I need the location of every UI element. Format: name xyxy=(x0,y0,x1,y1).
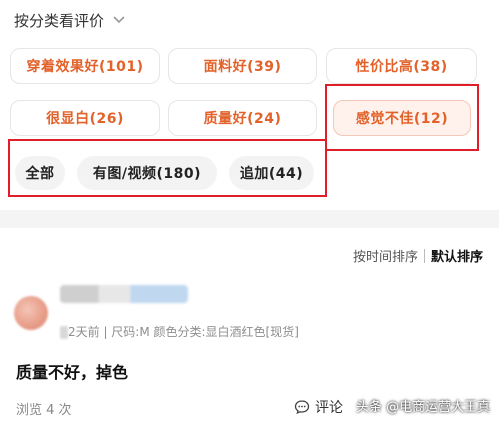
section-divider xyxy=(0,210,499,228)
sort-bar: 按时间排序 默认排序 xyxy=(353,246,483,265)
comment-button[interactable]: 评论 xyxy=(294,397,343,417)
chevron-down-icon xyxy=(113,16,125,24)
filter-additional[interactable]: 追加(44) xyxy=(229,156,314,190)
review-text: 质量不好，掉色 xyxy=(16,363,129,382)
page-title: 按分类看评价 xyxy=(14,11,105,30)
comment-icon xyxy=(294,400,310,415)
comment-label: 评论 xyxy=(315,400,343,416)
tag-fabric[interactable]: 面料好(39) xyxy=(168,48,317,84)
review-meta: 2天前 | 尺码:M 颜色分类:显白酒红色[现货] xyxy=(68,325,299,339)
filter-all[interactable]: 全部 xyxy=(15,156,65,190)
tag-wear-effect[interactable]: 穿着效果好(101) xyxy=(10,48,160,84)
category-header[interactable]: 按分类看评价 xyxy=(14,8,126,32)
avatar[interactable] xyxy=(14,296,48,330)
sort-default[interactable]: 默认排序 xyxy=(431,246,483,265)
tag-bad-feeling[interactable]: 感觉不佳(12) xyxy=(333,100,471,136)
blurred-username xyxy=(60,285,188,303)
tag-quality[interactable]: 质量好(24) xyxy=(168,100,317,136)
sort-by-time[interactable]: 按时间排序 xyxy=(353,246,418,265)
sort-separator xyxy=(423,248,425,263)
filter-media[interactable]: 有图/视频(180) xyxy=(77,156,217,190)
blurred-fragment xyxy=(60,326,68,339)
tag-value[interactable]: 性价比高(38) xyxy=(326,48,477,84)
view-count: 浏览 4 次 xyxy=(16,403,72,418)
tag-whitening[interactable]: 很显白(26) xyxy=(10,100,160,136)
watermark: 头条 @电商运营大王真 xyxy=(356,400,491,415)
